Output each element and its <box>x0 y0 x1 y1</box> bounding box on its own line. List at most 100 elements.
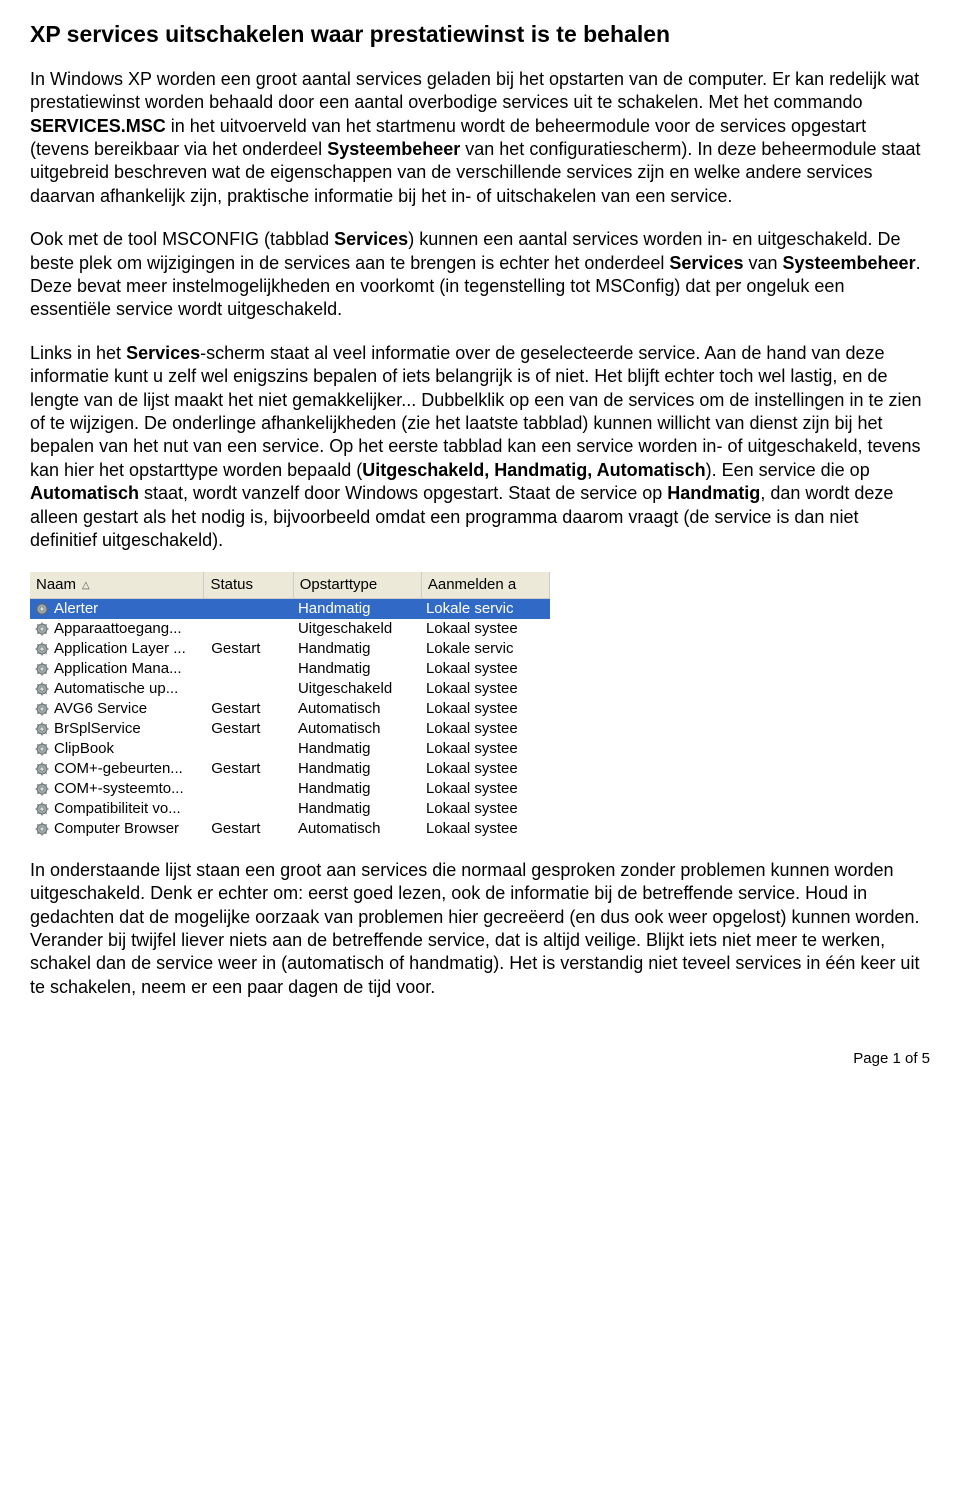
cell-status: Gestart <box>207 718 294 740</box>
text: Ook met de tool MSCONFIG (tabblad <box>30 229 334 249</box>
cell-status: Gestart <box>207 698 294 720</box>
table-row[interactable]: Automatische up...UitgeschakeldLokaal sy… <box>30 679 550 699</box>
cell-type: Handmatig <box>294 798 422 820</box>
service-gear-icon <box>34 781 50 797</box>
service-gear-icon <box>34 741 50 757</box>
page-title: XP services uitschakelen waar prestatiew… <box>30 20 930 50</box>
cell-status <box>207 788 294 790</box>
cell-status: Gestart <box>207 818 294 840</box>
table-row[interactable]: COM+-gebeurten... GestartHandmatigLokaal … <box>30 759 550 779</box>
column-header-type[interactable]: Opstarttype <box>294 572 422 598</box>
service-gear-icon <box>34 721 50 737</box>
cell-type: Automatisch <box>294 818 422 840</box>
cell-logon: Lokale servic <box>422 638 550 660</box>
cell-status <box>207 808 294 810</box>
cell-logon: Lokaal systee <box>422 678 550 700</box>
text: ). Een service die op <box>706 460 870 480</box>
cell-type: Handmatig <box>294 758 422 780</box>
cell-type: Handmatig <box>294 598 422 620</box>
service-gear-icon <box>34 761 50 777</box>
cell-logon: Lokaal systee <box>422 738 550 760</box>
cell-type: Automatisch <box>294 718 422 740</box>
table-row[interactable]: Application Layer ... GestartHandmatigLok… <box>30 639 550 659</box>
service-name: Application Layer ... <box>54 639 186 659</box>
cell-logon: Lokaal systee <box>422 758 550 780</box>
table-row[interactable]: AVG6 ServiceGestartAutomatischLokaal sys… <box>30 699 550 719</box>
service-name: Application Mana... <box>54 659 182 679</box>
service-name: Apparaattoegang... <box>54 619 182 639</box>
service-name: Alerter <box>54 599 98 619</box>
services-table: Naam △ Status Opstarttype Aanmelden a Al… <box>30 572 550 839</box>
service-gear-icon <box>34 801 50 817</box>
bold-text: Services <box>126 343 200 363</box>
bold-text: Systeembeheer <box>327 139 460 159</box>
service-gear-icon <box>34 621 50 637</box>
paragraph-4: In onderstaande lijst staan een groot aa… <box>30 859 930 999</box>
text: Links in het <box>30 343 126 363</box>
cell-name: ClipBook <box>30 738 207 760</box>
bold-text: SERVICES.MSC <box>30 116 166 136</box>
cell-name: COM+-gebeurten... <box>30 758 207 780</box>
service-gear-icon <box>34 701 50 717</box>
service-name: COM+-gebeurten... <box>54 759 183 779</box>
table-row[interactable]: Computer Browser GestartAutomatischLokaal… <box>30 819 550 839</box>
cell-name: BrSplService <box>30 718 207 740</box>
cell-name: Application Mana... <box>30 658 207 680</box>
cell-name: Apparaattoegang... <box>30 618 207 640</box>
bold-text: Handmatig <box>667 483 760 503</box>
cell-logon: Lokaal systee <box>422 718 550 740</box>
paragraph-3: Links in het Services-scherm staat al ve… <box>30 342 930 553</box>
cell-status <box>207 688 294 690</box>
cell-status <box>207 608 294 610</box>
bold-text: Services <box>334 229 408 249</box>
cell-logon: Lokaal systee <box>422 818 550 840</box>
bold-text: Uitgeschakeld, Handmatig, Automatisch <box>362 460 705 480</box>
cell-logon: Lokaal systee <box>422 658 550 680</box>
bold-text: Systeembeheer <box>783 253 916 273</box>
cell-type: Handmatig <box>294 638 422 660</box>
cell-status <box>207 748 294 750</box>
service-name: BrSplService <box>54 719 141 739</box>
table-row[interactable]: BrSplService GestartAutomatischLokaal sys… <box>30 719 550 739</box>
service-gear-icon <box>34 681 50 697</box>
cell-logon: Lokaal systee <box>422 778 550 800</box>
text: van <box>743 253 782 273</box>
cell-name: Computer Browser <box>30 818 207 840</box>
cell-name: AVG6 Service <box>30 698 207 720</box>
service-name: AVG6 Service <box>54 699 147 719</box>
cell-status: Gestart <box>207 638 294 660</box>
table-row[interactable]: Alerter HandmatigLokale servic <box>30 599 550 619</box>
cell-name: Automatische up... <box>30 678 207 700</box>
column-header-logon[interactable]: Aanmelden a <box>422 572 550 598</box>
table-row[interactable]: COM+-systeemto...HandmatigLokaal systee <box>30 779 550 799</box>
service-name: Compatibiliteit vo... <box>54 799 181 819</box>
cell-type: Uitgeschakeld <box>294 618 422 640</box>
cell-type: Handmatig <box>294 658 422 680</box>
cell-type: Automatisch <box>294 698 422 720</box>
table-row[interactable]: ClipBookHandmatigLokaal systee <box>30 739 550 759</box>
column-header-status[interactable]: Status <box>204 572 293 598</box>
cell-name: Compatibiliteit vo... <box>30 798 207 820</box>
table-row[interactable]: Application Mana... HandmatigLokaal syste… <box>30 659 550 679</box>
cell-status: Gestart <box>207 758 294 780</box>
service-gear-icon <box>34 821 50 837</box>
bold-text: Services <box>669 253 743 273</box>
service-name: Computer Browser <box>54 819 179 839</box>
cell-logon: Lokale servic <box>422 598 550 620</box>
table-row[interactable]: Apparaattoegang...UitgeschakeldLokaal sy… <box>30 619 550 639</box>
paragraph-1: In Windows XP worden een groot aantal se… <box>30 68 930 208</box>
service-gear-icon <box>34 661 50 677</box>
table-header-row: Naam △ Status Opstarttype Aanmelden a <box>30 572 550 599</box>
column-header-name[interactable]: Naam △ <box>30 572 204 598</box>
text: staat, wordt vanzelf door Windows opgest… <box>139 483 667 503</box>
table-body: AlerterHandmatigLokale servicApparaattoe… <box>30 599 550 839</box>
sort-ascending-icon: △ <box>82 579 90 592</box>
table-row[interactable]: Compatibiliteit vo... HandmatigLokaal sys… <box>30 799 550 819</box>
page-footer: Page 1 of 5 <box>30 1019 930 1069</box>
service-gear-icon <box>34 641 50 657</box>
cell-logon: Lokaal systee <box>422 798 550 820</box>
cell-status <box>207 668 294 670</box>
service-name: Automatische up... <box>54 679 178 699</box>
paragraph-2: Ook met de tool MSCONFIG (tabblad Servic… <box>30 228 930 322</box>
cell-name: COM+-systeemto... <box>30 778 207 800</box>
